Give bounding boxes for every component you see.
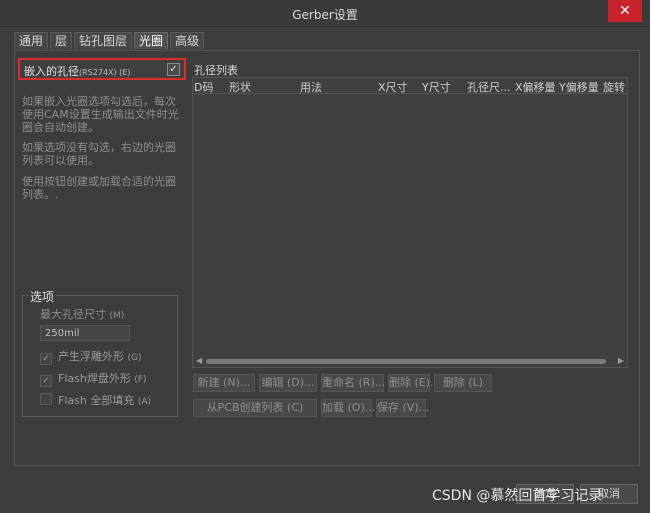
max-aperture-size-label: 最大孔径尺寸 (M)	[40, 308, 125, 321]
tab-layers[interactable]: 层	[50, 32, 73, 49]
info-text-1: 如果嵌入光圈选项勾选后，每次使用CAM设置生成输出文件时光圈会自动创建。	[22, 95, 179, 134]
flash-pad-shapes-checkbox[interactable]: ✓	[40, 375, 52, 387]
watermark: CSDN @慕然回首学习记录	[432, 488, 603, 504]
info-text-3: 使用按钮创建或加载合适的光圈列表。.	[22, 175, 176, 201]
save-button[interactable]: 保存 (V)...	[376, 399, 429, 417]
close-button[interactable]: ✕	[608, 0, 642, 22]
tab-general[interactable]: 通用	[14, 32, 49, 49]
create-from-pcb-button[interactable]: 从PCB创建列表 (C)	[193, 399, 317, 417]
relief-shapes-checkbox[interactable]: ✓	[40, 353, 52, 365]
tab-drill-layers[interactable]: 钻孔图层	[74, 32, 133, 49]
col-hole-size[interactable]: 孔径尺...	[467, 79, 511, 95]
flash-pad-shapes-option[interactable]: ✓ Flash焊盘外形 (F)	[40, 370, 147, 387]
embedded-apertures-option[interactable]: 嵌入的孔径(RS274X) (E) ✓	[18, 58, 186, 80]
max-aperture-size-input[interactable]: 250mil	[40, 325, 130, 341]
aperture-list[interactable]	[192, 77, 628, 368]
embedded-apertures-label: 嵌入的孔径(RS274X) (E)	[24, 65, 131, 78]
title-bar: Gerber设置 ✕	[0, 0, 650, 27]
col-y-offset[interactable]: Y偏移量	[559, 79, 599, 95]
options-group-title: 选项	[28, 288, 57, 305]
col-usage[interactable]: 用法	[300, 79, 322, 95]
col-shape[interactable]: 形状	[229, 79, 251, 95]
edit-button[interactable]: 编辑 (D)...	[259, 374, 317, 392]
relief-shapes-option[interactable]: ✓ 产生浮雕外形 (G)	[40, 348, 142, 365]
info-text-2: 如果选项没有勾选，右边的光圈列表可以使用。	[22, 141, 176, 167]
new-button[interactable]: 新建 (N)...	[193, 374, 255, 392]
flash-all-fills-checkbox[interactable]	[40, 393, 52, 405]
scroll-left-arrow-icon[interactable]: ◀	[196, 356, 202, 365]
col-x-offset[interactable]: X偏移量	[515, 79, 556, 95]
list-horizontal-scrollbar[interactable]: ◀ ▶	[194, 356, 626, 367]
embedded-apertures-checkbox[interactable]: ✓	[167, 63, 180, 76]
delete-button[interactable]: 删除 (E)...	[388, 374, 441, 392]
tab-bar: 通用 层 钻孔图层 光圈 高级	[14, 32, 206, 50]
aperture-list-header: D码 形状 用法 X尺寸 Y尺寸 孔径尺... X偏移量 Y偏移量 旋转	[193, 78, 627, 94]
window-title: Gerber设置	[292, 8, 358, 22]
col-dcode[interactable]: D码	[194, 79, 213, 95]
col-rotation[interactable]: 旋转	[603, 79, 625, 95]
aperture-list-label: 孔径列表	[194, 64, 238, 77]
flash-all-fills-option[interactable]: Flash 全部填充 (A)	[40, 392, 151, 408]
scroll-right-arrow-icon[interactable]: ▶	[618, 356, 624, 365]
col-x-size[interactable]: X尺寸	[378, 79, 408, 95]
tab-advanced[interactable]: 高级	[170, 32, 205, 49]
rename-button[interactable]: 重命名 (R)...	[321, 374, 385, 392]
col-y-size[interactable]: Y尺寸	[422, 79, 451, 95]
load-button[interactable]: 加载 (O)...	[321, 399, 375, 417]
remove-button[interactable]: 删除 (L)	[434, 374, 492, 392]
tab-apertures[interactable]: 光圈	[134, 32, 169, 49]
scroll-thumb[interactable]	[206, 359, 606, 364]
